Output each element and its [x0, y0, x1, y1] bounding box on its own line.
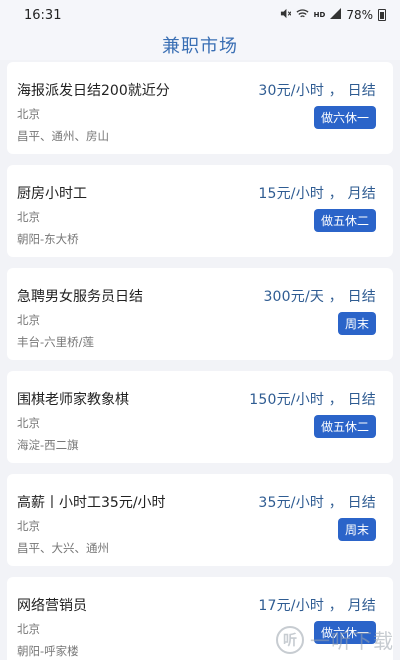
job-district: 昌平、通州、房山 [17, 129, 109, 143]
job-card[interactable]: 高薪丨小时工35元/小时 35元/小时 ， 日结 北京 周末 昌平、大兴、通州 [7, 474, 393, 566]
job-title: 围棋老师家教象棋 [17, 392, 129, 408]
job-city: 北京 [17, 622, 40, 636]
job-district: 朝阳-呼家楼 [17, 644, 79, 658]
job-city: 北京 [17, 313, 40, 327]
mute-icon [280, 8, 292, 22]
job-city: 北京 [17, 107, 40, 121]
job-district: 丰台-六里桥/莲 [17, 335, 95, 349]
job-title: 急聘男女服务员日结 [17, 289, 143, 305]
job-salary: 300元/天 ， 日结 [263, 289, 376, 305]
job-district: 昌平、大兴、通州 [17, 541, 109, 555]
battery-percent: 78% [346, 8, 373, 22]
watermark: 听 一听下载 [276, 625, 394, 654]
signal-icon [330, 8, 342, 22]
job-district: 海淀-西二旗 [17, 438, 79, 452]
job-title: 网络营销员 [17, 598, 87, 614]
watermark-text: 一听下载 [310, 629, 394, 653]
battery-icon [378, 9, 386, 21]
job-salary: 35元/小时 ， 日结 [258, 495, 376, 511]
job-city: 北京 [17, 210, 40, 224]
job-salary: 17元/小时 ， 月结 [258, 598, 376, 614]
job-card[interactable]: 海报派发日结200就近分 30元/小时 ， 日结 北京 做六休一 昌平、通州、房… [7, 62, 393, 154]
schedule-badge: 周末 [337, 518, 376, 541]
job-salary: 30元/小时 ， 日结 [258, 83, 376, 99]
job-city: 北京 [17, 519, 40, 533]
job-card[interactable]: 厨房小时工 15元/小时 ， 月结 北京 做五休二 朝阳-东大桥 [7, 165, 393, 257]
job-title: 高薪丨小时工35元/小时 [17, 495, 166, 511]
status-icons: HD 78% [280, 8, 386, 22]
status-time: 16:31 [24, 7, 62, 23]
job-city: 北京 [17, 416, 40, 430]
job-card[interactable]: 急聘男女服务员日结 300元/天 ， 日结 北京 周末 丰台-六里桥/莲 [7, 268, 393, 360]
job-card[interactable]: 围棋老师家教象棋 150元/小时 ， 日结 北京 做五休二 海淀-西二旗 [7, 371, 393, 463]
schedule-badge: 周末 [337, 312, 376, 335]
status-bar: 16:31 HD 78% [0, 0, 400, 30]
watermark-logo-icon: 听 [276, 625, 304, 654]
schedule-badge: 做五休二 [313, 415, 376, 438]
job-salary: 15元/小时 ， 月结 [258, 186, 376, 202]
hd-signal-icon: HD [313, 11, 326, 19]
job-title: 厨房小时工 [17, 186, 87, 202]
page-title: 兼职市场 [162, 36, 238, 57]
schedule-badge: 做五休二 [313, 209, 376, 232]
wifi-icon [296, 8, 309, 22]
page-header: 兼职市场 [0, 30, 400, 60]
job-title: 海报派发日结200就近分 [17, 83, 170, 99]
job-salary: 150元/小时 ， 日结 [249, 392, 376, 408]
job-district: 朝阳-东大桥 [17, 232, 79, 246]
schedule-badge: 做六休一 [313, 106, 376, 129]
